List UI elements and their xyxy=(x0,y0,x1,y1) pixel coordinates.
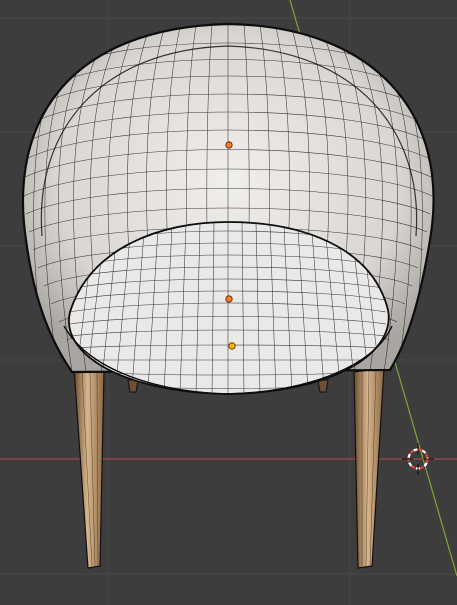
backrest-origin-dot[interactable] xyxy=(225,141,233,149)
3d-viewport[interactable] xyxy=(0,0,457,605)
seat-origin-dot[interactable] xyxy=(225,295,233,303)
base-origin-dot[interactable] xyxy=(228,342,236,350)
